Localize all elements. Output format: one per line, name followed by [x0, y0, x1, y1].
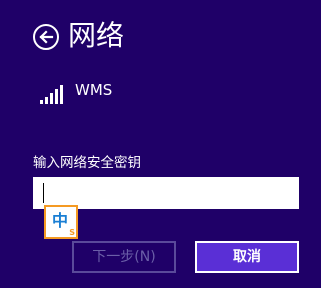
cancel-button[interactable]: 取消 — [195, 241, 299, 273]
network-name: WMS — [75, 81, 113, 99]
page-title: 网络 — [68, 19, 125, 52]
back-button[interactable] — [33, 24, 59, 50]
text-caret — [43, 183, 44, 203]
ime-mode-indicator[interactable]: 中 S — [44, 205, 78, 239]
security-key-label: 输入网络安全密钥 — [33, 155, 141, 171]
ime-mode-icon: 中 — [52, 211, 69, 230]
wifi-signal-icon — [40, 85, 63, 104]
ime-sub-label: S — [69, 228, 75, 237]
back-arrow-icon — [39, 30, 54, 44]
next-button[interactable]: 下一步(N) — [72, 241, 176, 273]
